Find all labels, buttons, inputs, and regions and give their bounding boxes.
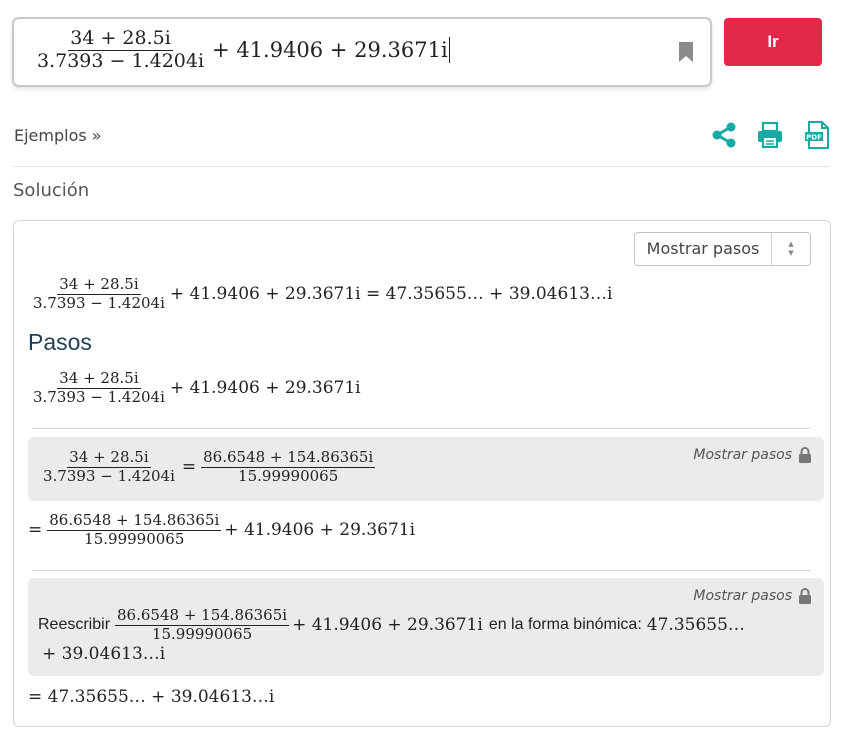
divider — [32, 428, 810, 429]
bookmark-icon[interactable] — [678, 41, 694, 63]
result-fraction: 34 + 28.5i 3.7393 − 1.4204i — [33, 275, 165, 312]
result-line: 34 + 28.5i 3.7393 − 1.4204i + 41.9406 + … — [28, 275, 613, 312]
share-icon[interactable] — [710, 120, 738, 150]
svg-text:PDF: PDF — [806, 133, 822, 141]
divider — [32, 570, 810, 571]
step-2-content: Reescribir 86.6548 + 154.86365i 15.99990… — [38, 606, 745, 643]
select-arrows-icon: ▲ ▼ — [788, 240, 794, 257]
steps-heading: Pasos — [28, 329, 92, 355]
lock-icon — [799, 447, 811, 463]
go-button[interactable]: Ir — [724, 18, 822, 66]
result-rhs: + 41.9406 + 29.3671i = 47.35655… + 39.04… — [169, 284, 613, 305]
search-expression[interactable]: 34 + 28.5i 3.7393 − 1.4204i + 41.9406 + … — [32, 27, 450, 72]
search-fraction: 34 + 28.5i 3.7393 − 1.4204i — [35, 27, 206, 72]
show-steps-select-label: Mostrar pasos — [635, 233, 772, 265]
divider — [12, 166, 830, 167]
step-line-2: = 86.6548 + 154.86365i 15.99990065 + 41.… — [28, 511, 416, 548]
show-steps-select[interactable]: Mostrar pasos ▲ ▼ — [634, 232, 811, 266]
steps-expression: 34 + 28.5i 3.7393 − 1.4204i + 41.9406 + … — [33, 369, 361, 406]
step-1-content: 34 + 28.5i 3.7393 − 1.4204i = 86.6548 + … — [43, 448, 376, 485]
text-caret — [448, 37, 450, 64]
solution-card: Mostrar pasos ▲ ▼ 34 + 28.5i 3.7393 − 1.4… — [13, 220, 831, 727]
print-icon[interactable] — [756, 120, 784, 150]
final-result: = 47.35655… + 39.04613…i — [28, 687, 275, 707]
step-box-1: 34 + 28.5i 3.7393 − 1.4204i = 86.6548 + … — [28, 437, 824, 501]
show-steps-link[interactable]: Mostrar pasos — [693, 588, 812, 604]
solution-title: Solución — [13, 180, 90, 201]
step-2-continuation: + 39.04613…i — [42, 644, 166, 664]
pdf-icon[interactable]: PDF — [803, 120, 831, 150]
step-box-2: Mostrar pasos Reescribir 86.6548 + 154.8… — [28, 578, 824, 676]
search-tail: + 41.9406 + 29.3671i — [212, 38, 448, 63]
search-denominator: 3.7393 − 1.4204i — [37, 49, 205, 72]
examples-link[interactable]: Ejemplos » — [14, 126, 102, 145]
search-input[interactable]: 34 + 28.5i 3.7393 − 1.4204i + 41.9406 + … — [12, 17, 712, 87]
search-numerator: 34 + 28.5i — [68, 27, 173, 51]
show-steps-link[interactable]: Mostrar pasos — [693, 447, 812, 463]
lock-icon — [799, 588, 811, 604]
